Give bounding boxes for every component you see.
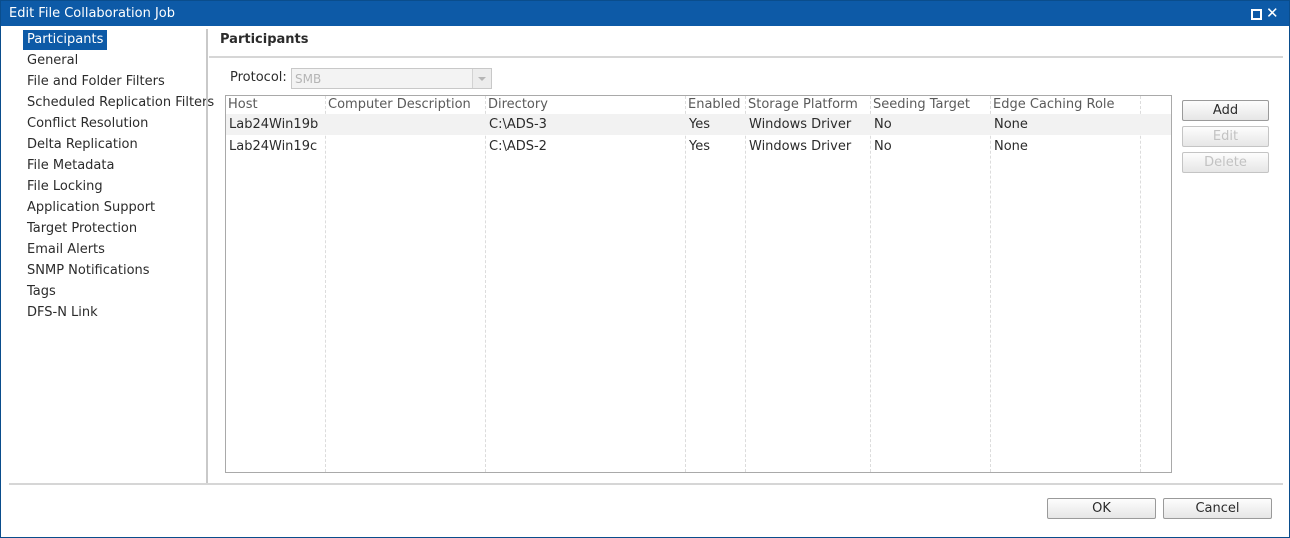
ok-button[interactable]: OK xyxy=(1047,498,1156,519)
table-row[interactable]: Lab24Win19b C:\ADS-3 Yes Windows Driver … xyxy=(226,114,1171,135)
window-title: Edit File Collaboration Job xyxy=(9,6,176,21)
cell-host: Lab24Win19b xyxy=(229,117,319,132)
cell-enabled: Yes xyxy=(689,139,710,154)
sidebar-divider xyxy=(206,29,208,483)
cell-edge-caching-role: None xyxy=(994,139,1028,154)
sidebar-item-file-locking[interactable]: File Locking xyxy=(23,177,107,197)
sidebar-item-snmp-notifications[interactable]: SNMP Notifications xyxy=(23,261,154,281)
sidebar-item-tags[interactable]: Tags xyxy=(23,282,60,302)
maximize-icon[interactable] xyxy=(1251,9,1262,20)
cancel-button[interactable]: Cancel xyxy=(1163,498,1272,519)
table-row[interactable]: Lab24Win19c C:\ADS-2 Yes Windows Driver … xyxy=(226,136,1171,157)
sidebar-item-email-alerts[interactable]: Email Alerts xyxy=(23,240,109,260)
sidebar-item-conflict-resolution[interactable]: Conflict Resolution xyxy=(23,114,152,134)
column-header-enabled[interactable]: Enabled xyxy=(688,97,741,112)
title-divider xyxy=(209,56,1283,58)
sidebar-item-file-metadata[interactable]: File Metadata xyxy=(23,156,118,176)
cell-directory: C:\ADS-3 xyxy=(489,117,547,132)
cell-storage-platform: Windows Driver xyxy=(749,117,852,132)
sidebar-item-dfs-n-link[interactable]: DFS-N Link xyxy=(23,303,102,323)
sidebar-item-scheduled-replication-filters[interactable]: Scheduled Replication Filters xyxy=(23,93,218,113)
cell-seeding-target: No xyxy=(874,117,892,132)
cell-edge-caching-role: None xyxy=(994,117,1028,132)
close-icon[interactable]: ✕ xyxy=(1266,4,1279,22)
column-header-edge-caching-role[interactable]: Edge Caching Role xyxy=(993,97,1115,112)
cell-enabled: Yes xyxy=(689,117,710,132)
footer-divider xyxy=(9,483,1283,485)
delete-button[interactable]: Delete xyxy=(1182,152,1269,173)
sidebar-item-target-protection[interactable]: Target Protection xyxy=(23,219,141,239)
add-button[interactable]: Add xyxy=(1182,100,1269,121)
title-bar[interactable]: Edit File Collaboration Job ✕ xyxy=(1,1,1289,26)
column-header-seeding-target[interactable]: Seeding Target xyxy=(873,97,970,112)
column-header-computer-description[interactable]: Computer Description xyxy=(328,97,471,112)
sidebar-item-application-support[interactable]: Application Support xyxy=(23,198,159,218)
sidebar-item-general[interactable]: General xyxy=(23,51,82,71)
column-header-storage-platform[interactable]: Storage Platform xyxy=(748,97,858,112)
sidebar-item-delta-replication[interactable]: Delta Replication xyxy=(23,135,142,155)
chevron-down-icon[interactable] xyxy=(472,69,491,88)
protocol-value: SMB xyxy=(295,72,322,86)
cell-directory: C:\ADS-2 xyxy=(489,139,547,154)
sidebar-item-participants[interactable]: Participants xyxy=(23,30,108,50)
column-header-host[interactable]: Host xyxy=(228,97,258,112)
protocol-label: Protocol: xyxy=(230,70,287,85)
sidebar-item-file-and-folder-filters[interactable]: File and Folder Filters xyxy=(23,72,169,92)
column-header-directory[interactable]: Directory xyxy=(488,97,548,112)
table-header: Host Computer Description Directory Enab… xyxy=(226,96,1171,113)
page-title: Participants xyxy=(220,32,309,47)
protocol-select[interactable]: SMB xyxy=(291,68,492,89)
participants-table: Host Computer Description Directory Enab… xyxy=(225,95,1172,473)
cell-storage-platform: Windows Driver xyxy=(749,139,852,154)
settings-sidebar: Participants General File and Folder Fil… xyxy=(1,26,214,481)
cell-host: Lab24Win19c xyxy=(229,139,318,154)
dialog-window: Edit File Collaboration Job ✕ Participan… xyxy=(0,0,1290,538)
cell-seeding-target: No xyxy=(874,139,892,154)
edit-button[interactable]: Edit xyxy=(1182,126,1269,147)
